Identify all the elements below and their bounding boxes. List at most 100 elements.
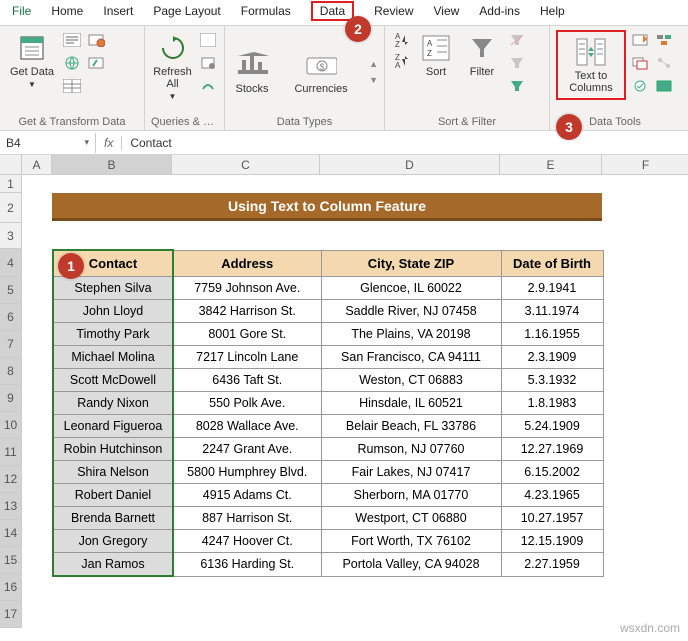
cell-dob[interactable]: 3.11.1974 (501, 300, 603, 323)
flash-fill-icon[interactable] (630, 30, 650, 50)
header-dob[interactable]: Date of Birth (501, 250, 603, 277)
cell-address[interactable]: 5800 Humphrey Blvd. (173, 461, 321, 484)
from-table-icon[interactable] (62, 76, 82, 96)
cell-dob[interactable]: 4.23.1965 (501, 484, 603, 507)
sort-za-icon[interactable]: ZA (391, 51, 411, 71)
cell-csz[interactable]: San Francisco, CA 94111 (321, 346, 501, 369)
cell-csz[interactable]: Westport, CT 06880 (321, 507, 501, 530)
tab-page-layout[interactable]: Page Layout (143, 0, 230, 25)
tab-addins[interactable]: Add-ins (469, 0, 530, 25)
filter-button[interactable]: Filter (461, 30, 503, 80)
row-header-6[interactable]: 6 (0, 304, 22, 331)
data-validation-icon[interactable] (630, 76, 650, 96)
row-header-11[interactable]: 11 (0, 439, 22, 466)
cell-csz[interactable]: Fair Lakes, NJ 07417 (321, 461, 501, 484)
row-header-14[interactable]: 14 (0, 520, 22, 547)
cell-csz[interactable]: Weston, CT 06883 (321, 369, 501, 392)
row-header-5[interactable]: 5 (0, 277, 22, 304)
cell-contact[interactable]: Michael Molina (53, 346, 173, 369)
cell-dob[interactable]: 12.15.1909 (501, 530, 603, 553)
cell-contact[interactable]: Robert Daniel (53, 484, 173, 507)
cell-csz[interactable]: The Plains, VA 20198 (321, 323, 501, 346)
cell-dob[interactable]: 1.8.1983 (501, 392, 603, 415)
cell-address[interactable]: 4247 Hoover Ct. (173, 530, 321, 553)
row-header-12[interactable]: 12 (0, 466, 22, 493)
cell-address[interactable]: 7759 Johnson Ave. (173, 277, 321, 300)
cell-contact[interactable]: Randy Nixon (53, 392, 173, 415)
get-data-button[interactable]: Get Data ▼ (6, 30, 58, 91)
cell-contact[interactable]: Scott McDowell (53, 369, 173, 392)
stocks-button[interactable]: Stocks (231, 47, 273, 97)
row-header-17[interactable]: 17 (0, 601, 22, 628)
cell-csz[interactable]: Fort Worth, TX 76102 (321, 530, 501, 553)
cell-address[interactable]: 6436 Taft St. (173, 369, 321, 392)
tab-help[interactable]: Help (530, 0, 575, 25)
cell-csz[interactable]: Saddle River, NJ 07458 (321, 300, 501, 323)
cell-csz[interactable]: Rumson, NJ 07760 (321, 438, 501, 461)
col-header-E[interactable]: E (500, 155, 602, 175)
cell-address[interactable]: 7217 Lincoln Lane (173, 346, 321, 369)
clear-filter-icon[interactable] (507, 30, 527, 50)
cell-dob[interactable]: 2.9.1941 (501, 277, 603, 300)
cell-contact[interactable]: Brenda Barnett (53, 507, 173, 530)
scroll-down-icon[interactable]: ▼ (369, 75, 378, 85)
advanced-icon[interactable] (507, 76, 527, 96)
select-all-corner[interactable] (0, 155, 22, 175)
fx-icon[interactable]: fx (96, 136, 122, 150)
properties-icon[interactable] (198, 53, 218, 73)
cell-contact[interactable]: Timothy Park (53, 323, 173, 346)
edit-links-icon[interactable] (198, 76, 218, 96)
row-header-3[interactable]: 3 (0, 223, 22, 249)
row-header-16[interactable]: 16 (0, 574, 22, 601)
tab-home[interactable]: Home (41, 0, 93, 25)
consolidate-icon[interactable] (654, 30, 674, 50)
col-header-F[interactable]: F (602, 155, 688, 175)
row-header-15[interactable]: 15 (0, 547, 22, 574)
cell-csz[interactable]: Hinsdale, IL 60521 (321, 392, 501, 415)
cell-dob[interactable]: 1.16.1955 (501, 323, 603, 346)
from-web-icon[interactable] (62, 53, 82, 73)
relationships-icon[interactable] (654, 53, 674, 73)
cell-dob[interactable]: 10.27.1957 (501, 507, 603, 530)
cell-contact[interactable]: Jon Gregory (53, 530, 173, 553)
header-address[interactable]: Address (173, 250, 321, 277)
cell-address[interactable]: 887 Harrison St. (173, 507, 321, 530)
remove-duplicates-icon[interactable] (630, 53, 650, 73)
row-header-1[interactable]: 1 (0, 175, 22, 193)
col-header-A[interactable]: A (22, 155, 52, 175)
queries-icon[interactable] (198, 30, 218, 50)
row-header-10[interactable]: 10 (0, 412, 22, 439)
recent-sources-icon[interactable] (86, 30, 106, 50)
cell-dob[interactable]: 6.15.2002 (501, 461, 603, 484)
sort-az-icon[interactable]: AZ (391, 30, 411, 50)
cell-dob[interactable]: 5.24.1909 (501, 415, 603, 438)
cell-address[interactable]: 8028 Wallace Ave. (173, 415, 321, 438)
refresh-all-button[interactable]: Refresh All ▼ (151, 30, 194, 103)
cell-address[interactable]: 3842 Harrison St. (173, 300, 321, 323)
sort-button[interactable]: AZ Sort (415, 30, 457, 80)
cell-dob[interactable]: 5.3.1932 (501, 369, 603, 392)
cell-contact[interactable]: Leonard Figueroa (53, 415, 173, 438)
tab-insert[interactable]: Insert (93, 0, 143, 25)
row-header-9[interactable]: 9 (0, 385, 22, 412)
existing-connections-icon[interactable] (86, 53, 106, 73)
cell-address[interactable]: 2247 Grant Ave. (173, 438, 321, 461)
cell-address[interactable]: 6136 Harding St. (173, 553, 321, 577)
scroll-up-icon[interactable]: ▲ (369, 59, 378, 69)
text-to-columns-button[interactable]: Text to Columns (560, 34, 622, 96)
cell-contact[interactable]: Shira Nelson (53, 461, 173, 484)
name-box[interactable]: B4 (0, 133, 96, 153)
tab-review[interactable]: Review (364, 0, 423, 25)
cell-csz[interactable]: Sherborn, MA 01770 (321, 484, 501, 507)
col-header-B[interactable]: B (52, 155, 172, 175)
row-header-7[interactable]: 7 (0, 331, 22, 358)
cell-contact[interactable]: Jan Ramos (53, 553, 173, 577)
from-text-icon[interactable] (62, 30, 82, 50)
header-city-state-zip[interactable]: City, State ZIP (321, 250, 501, 277)
cell-contact[interactable]: Stephen Silva (53, 277, 173, 300)
cell-csz[interactable]: Portola Valley, CA 94028 (321, 553, 501, 577)
cell-dob[interactable]: 12.27.1969 (501, 438, 603, 461)
row-header-13[interactable]: 13 (0, 493, 22, 520)
reapply-icon[interactable] (507, 53, 527, 73)
col-header-C[interactable]: C (172, 155, 320, 175)
